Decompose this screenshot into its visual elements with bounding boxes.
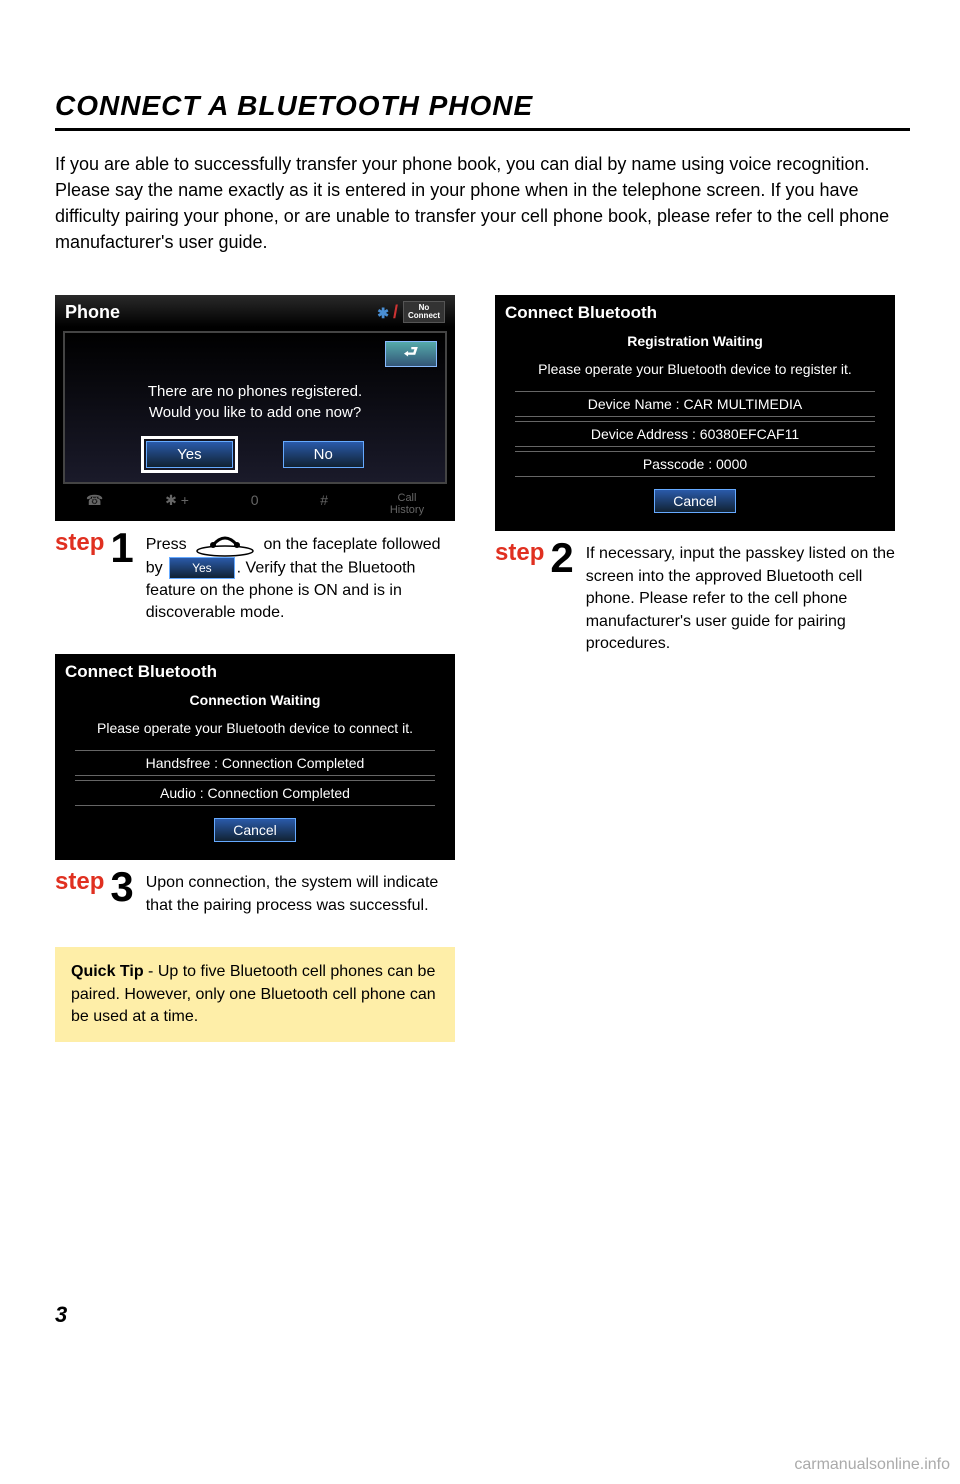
step-label: step [55,529,104,557]
step-3-text: Upon connection, the system will indicat… [146,868,455,917]
device-name-row: Device Name : CAR MULTIMEDIA [515,391,875,417]
step-2-text: If necessary, input the passkey listed o… [586,539,895,655]
dialer-footer: ☎ ✱ + 0 # Call History [55,488,455,520]
audio-status: Audio : Connection Completed [75,780,435,806]
intro-text: If you are able to successfully transfer… [55,151,910,255]
screen-subtitle: Connection Waiting [55,686,455,714]
screen-title: Phone [65,302,120,323]
handsfree-status: Handsfree : Connection Completed [75,750,435,776]
phone-icon [195,533,255,557]
cancel-button[interactable]: Cancel [654,489,736,513]
no-connect-indicator: No Connect [403,301,445,323]
back-button[interactable]: ⮐ [385,341,437,367]
watermark: carmanualsonline.info [794,1456,950,1474]
step-number-1: 1 [110,529,133,567]
inline-yes-button: Yes [169,557,235,580]
cancel-button[interactable]: Cancel [214,818,296,842]
yes-button[interactable]: Yes [146,441,232,468]
screenshot-connection-waiting: Connect Bluetooth Connection Waiting Ple… [55,654,455,860]
step-number-2: 2 [550,539,573,577]
step-number-3: 3 [110,868,133,906]
page-title: CONNECT A BLUETOOTH PHONE [55,90,910,131]
step-label: step [55,868,104,896]
prompt-line-1: There are no phones registered. [73,381,437,402]
screenshot-phone-prompt: Phone ✱/ No Connect ⮐ There are no phone… [55,295,455,520]
step-1-text: Press on the faceplate followed by Yes. … [146,529,455,625]
prompt-line-2: Would you like to add one now? [73,402,437,423]
quick-tip-box: Quick Tip - Up to five Bluetooth cell ph… [55,947,455,1042]
no-button[interactable]: No [283,441,364,468]
bluetooth-icon: ✱ [377,305,389,321]
screen-subtitle: Registration Waiting [495,327,895,355]
screen-instruction: Please operate your Bluetooth device to … [495,355,895,387]
screen-title: Connect Bluetooth [55,654,455,686]
quick-tip-label: Quick Tip [71,963,144,980]
screen-title: Connect Bluetooth [495,295,895,327]
page-number: 3 [55,1302,910,1328]
step-label: step [495,539,544,567]
passcode-row: Passcode : 0000 [515,451,875,477]
device-address-row: Device Address : 60380EFCAF11 [515,421,875,447]
screen-instruction: Please operate your Bluetooth device to … [55,714,455,746]
screenshot-registration-waiting: Connect Bluetooth Registration Waiting P… [495,295,895,531]
